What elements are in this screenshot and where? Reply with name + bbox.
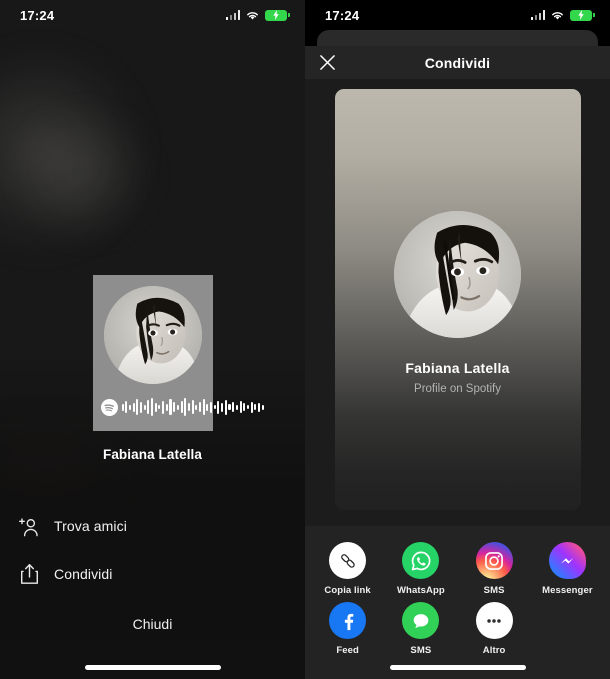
battery-charging-icon <box>265 9 290 21</box>
share-option-instagram-sms[interactable]: SMS <box>458 536 531 596</box>
status-time: 17:24 <box>325 7 360 23</box>
avatar-image <box>103 286 202 384</box>
share-options-sheet: Copia link WhatsApp SMS Messenger Feed S… <box>305 526 610 679</box>
facebook-icon <box>329 602 367 639</box>
share-card-name: Fabiana Latella <box>405 360 510 376</box>
avatar-image <box>394 211 521 338</box>
share-option-whatsapp[interactable]: WhatsApp <box>384 536 457 596</box>
share-option-copy-link[interactable]: Copia link <box>311 536 384 596</box>
home-indicator <box>389 665 526 670</box>
profile-action-menu: Trova amici Condividi <box>0 502 305 598</box>
messages-bubble-icon <box>402 602 440 639</box>
share-card-subtitle: Profile on Spotify <box>414 383 501 395</box>
spotify-code-section: Fabiana Latella <box>0 275 305 462</box>
share-sheet-header: Condividi <box>305 46 610 79</box>
menu-item-share[interactable]: Condividi <box>18 550 287 598</box>
avatar <box>394 211 521 338</box>
share-option-label: Altro <box>482 645 506 656</box>
share-preview-area: Fabiana Latella Profile on Spotify <box>305 79 610 526</box>
share-option-label: Messenger <box>542 585 593 596</box>
page-title: Fabiana Latella <box>102 447 203 462</box>
share-sheet-title: Condividi <box>424 54 491 71</box>
status-time: 17:24 <box>20 7 55 23</box>
share-option-label: WhatsApp <box>396 585 445 596</box>
instagram-icon <box>475 542 513 579</box>
scan-code-bars <box>121 398 264 416</box>
whatsapp-icon <box>402 542 440 579</box>
wifi-icon <box>247 11 258 19</box>
share-option-more[interactable]: Altro <box>458 596 531 656</box>
menu-item-label: Condividi <box>54 566 113 582</box>
left-status-bar: 17:24 <box>0 0 305 30</box>
home-indicator <box>84 665 221 670</box>
cellular-signal-icon <box>530 10 545 20</box>
background-glow-top-secondary <box>10 110 160 240</box>
close-button[interactable]: Chiudi <box>0 616 305 632</box>
battery-charging-icon <box>570 9 595 21</box>
share-option-feed[interactable]: Feed <box>311 596 384 656</box>
messenger-icon <box>548 542 586 579</box>
share-option-label: Feed <box>336 645 359 656</box>
avatar <box>103 286 202 384</box>
share-preview-card[interactable]: Fabiana Latella Profile on Spotify <box>334 89 581 510</box>
spotify-logo-icon <box>100 398 118 416</box>
wifi-icon <box>552 11 563 19</box>
status-indicators <box>530 9 595 21</box>
share-icon <box>18 563 40 585</box>
menu-item-label: Trova amici <box>54 518 127 534</box>
left-screen-profile: 17:24 Fabiana Latella Trova amici Condiv… <box>0 0 305 679</box>
share-option-label: SMS <box>410 645 432 656</box>
share-option-label: Copia link <box>324 585 371 596</box>
share-options-row-2: Feed SMS Altro <box>305 596 610 656</box>
dual-screenshot-container: 17:24 Fabiana Latella Trova amici Condiv… <box>0 0 610 679</box>
right-status-bar: 17:24 <box>305 0 610 30</box>
more-dots-icon <box>475 602 513 639</box>
share-option-label: SMS <box>483 585 505 596</box>
share-option-messenger[interactable]: Messenger <box>531 536 604 596</box>
add-person-icon <box>18 515 40 537</box>
link-chain-icon <box>329 542 367 579</box>
share-option-messages-sms[interactable]: SMS <box>384 596 457 656</box>
share-options-row-1: Copia link WhatsApp SMS Messenger <box>305 536 610 596</box>
spotify-scan-code-icon <box>100 396 264 418</box>
share-option-empty <box>531 596 604 656</box>
right-screen-share-sheet: 17:24 Condividi Fabiana Latella Profile … <box>305 0 610 679</box>
spotify-code-card[interactable] <box>92 275 264 431</box>
status-indicators <box>225 9 290 21</box>
menu-item-find-friends[interactable]: Trova amici <box>18 502 287 550</box>
cellular-signal-icon <box>225 10 240 20</box>
